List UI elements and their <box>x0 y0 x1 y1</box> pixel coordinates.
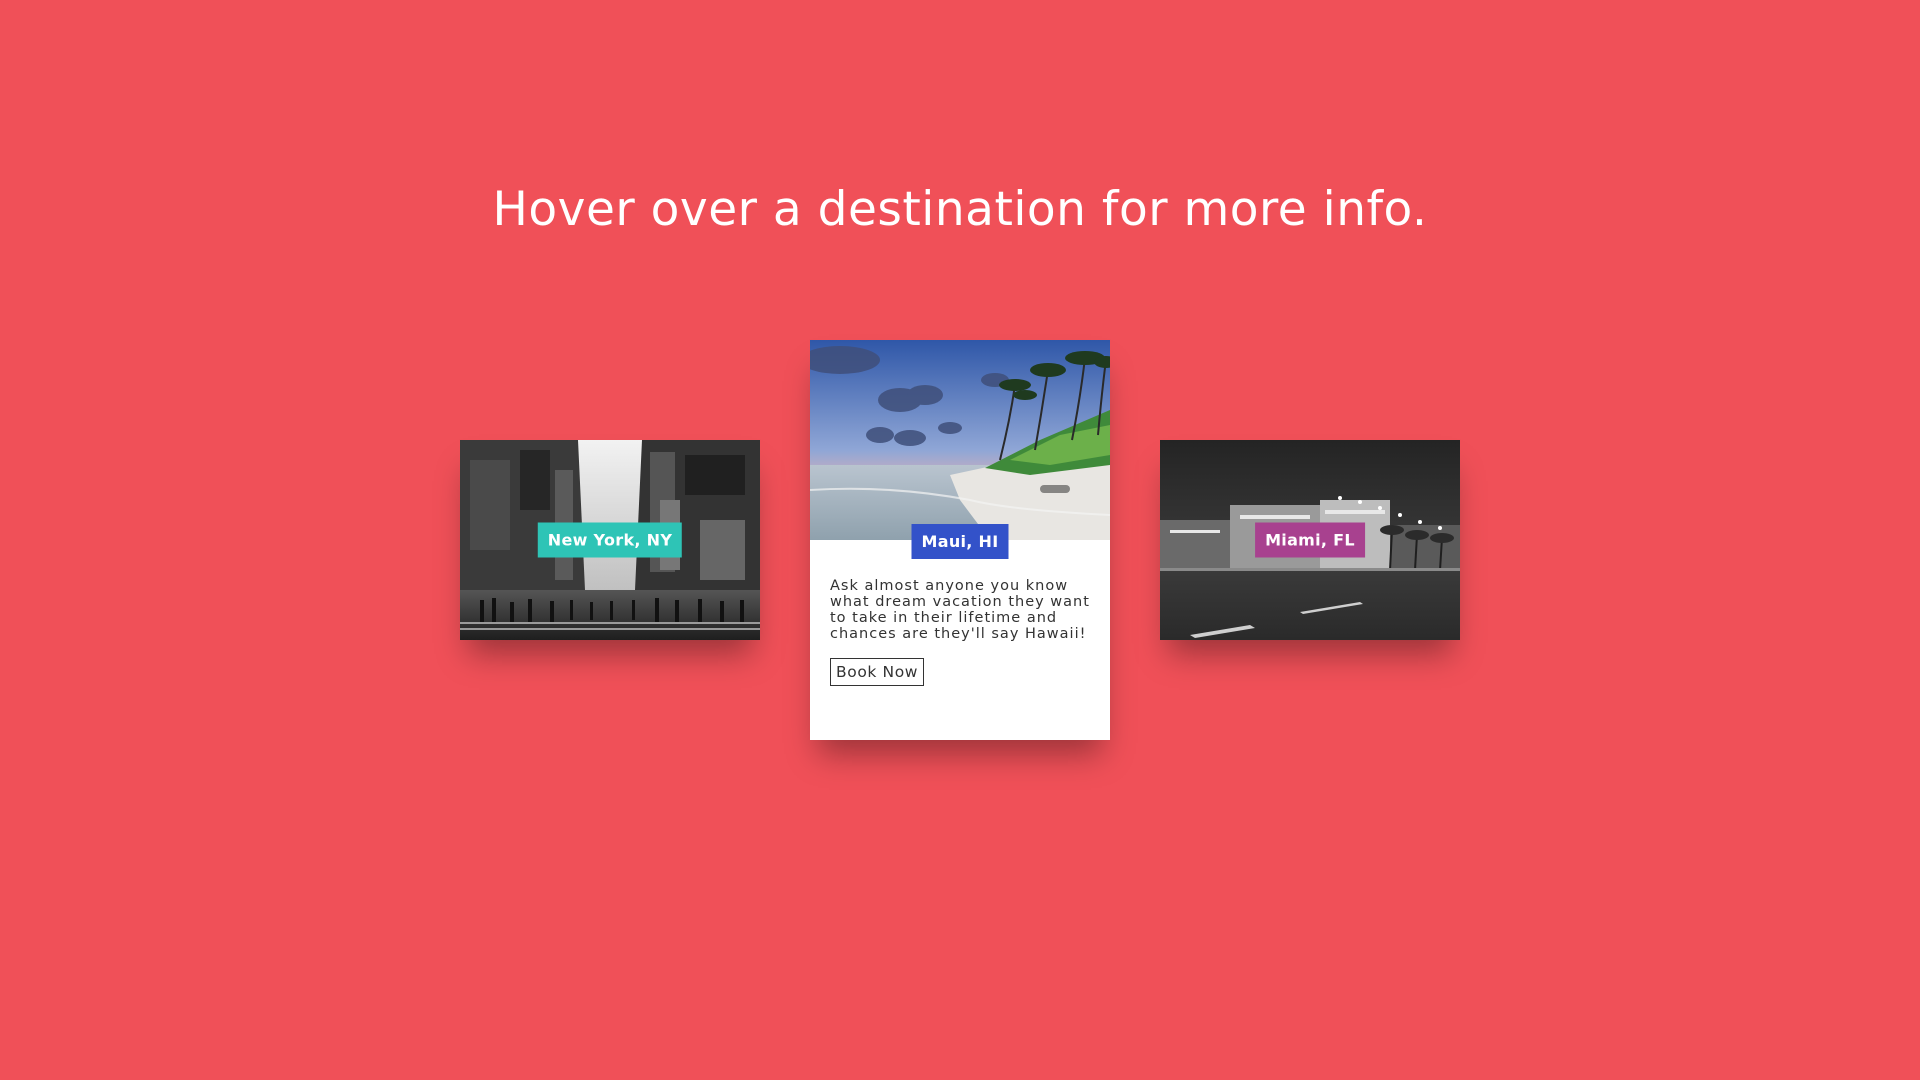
book-now-button[interactable]: Book Now <box>830 658 925 686</box>
new-york-photo: New York, NY <box>460 440 760 640</box>
maui-details: Ask almost anyone you know what dream va… <box>810 540 1110 706</box>
miami-label: Miami, FL <box>1255 522 1365 558</box>
destination-card-new-york[interactable]: New York, NY <box>460 440 760 640</box>
new-york-label: New York, NY <box>537 522 683 558</box>
maui-photo: Maui, HI <box>810 340 1110 559</box>
destination-card-miami[interactable]: Miami, FL <box>1160 440 1460 640</box>
miami-photo: Miami, FL <box>1160 440 1460 640</box>
maui-label: Maui, HI <box>911 524 1009 559</box>
maui-description: Ask almost anyone you know what dream va… <box>830 578 1090 642</box>
destination-card-maui[interactable]: Maui, HI Ask almost anyone you know what… <box>810 340 1110 740</box>
page-heading: Hover over a destination for more info. <box>492 182 1428 237</box>
